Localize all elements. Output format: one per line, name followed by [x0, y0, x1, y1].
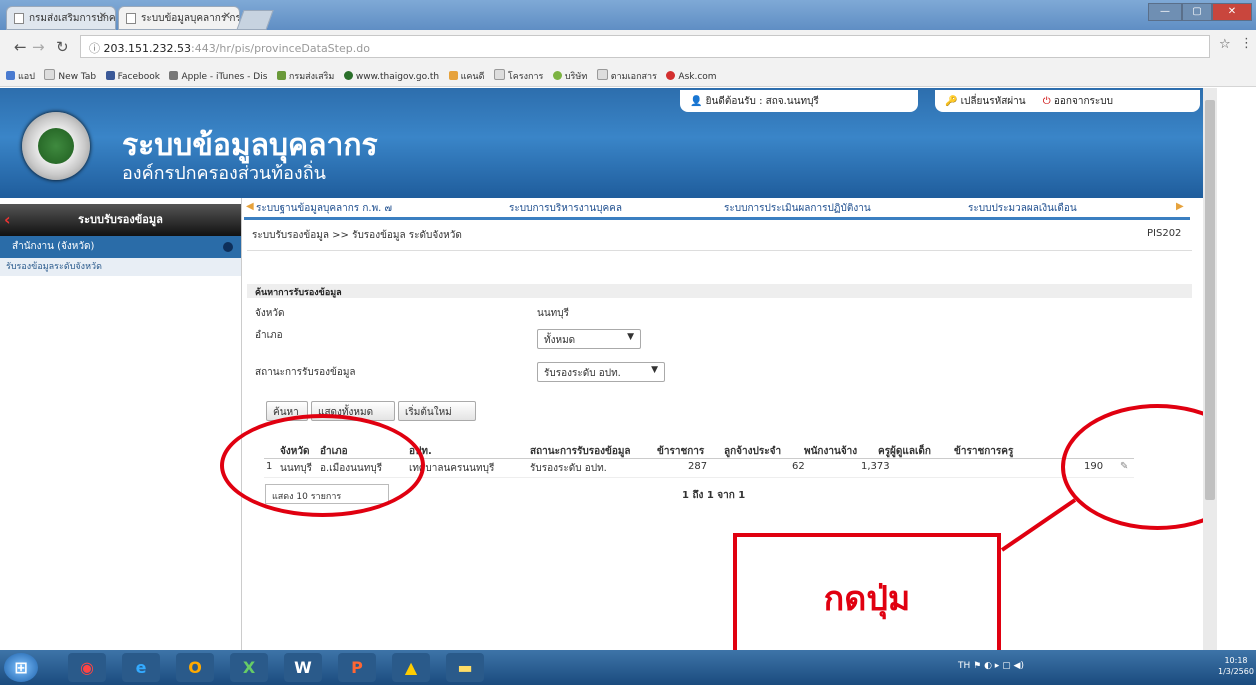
google-drive-icon[interactable]: ▲: [392, 653, 430, 682]
system-tray: TH ⚑ ◐ ▸ ▢ ◀): [958, 661, 1024, 671]
taskbar: ⊞ ◉ e O X W P ▲ ▬ TH ⚑ ◐ ▸ ▢ ◀) 10:18 1/…: [0, 650, 1256, 685]
powerpoint-icon[interactable]: P: [338, 653, 376, 682]
word-icon[interactable]: W: [284, 653, 322, 682]
chrome-icon[interactable]: ◉: [68, 653, 106, 682]
language-indicator[interactable]: TH: [958, 661, 970, 671]
excel-icon[interactable]: X: [230, 653, 268, 682]
right-gutter: [1217, 88, 1256, 650]
scrollbar-thumb[interactable]: [1205, 100, 1215, 500]
clock-time: 10:18: [1224, 656, 1248, 665]
outlook-icon[interactable]: O: [176, 653, 214, 682]
internet-explorer-icon[interactable]: e: [122, 653, 160, 682]
clock[interactable]: 10:18 1/3/2560: [1218, 655, 1254, 677]
network-icon[interactable]: ⚑ ◐ ▸ ▢ ◀): [973, 661, 1024, 671]
clock-date: 1/3/2560: [1218, 667, 1254, 676]
start-button-icon[interactable]: ⊞: [4, 653, 38, 682]
file-explorer-icon[interactable]: ▬: [446, 653, 484, 682]
callout-box: กดปุ่ม: [733, 533, 1001, 666]
callout-pointer: [1000, 498, 1077, 552]
